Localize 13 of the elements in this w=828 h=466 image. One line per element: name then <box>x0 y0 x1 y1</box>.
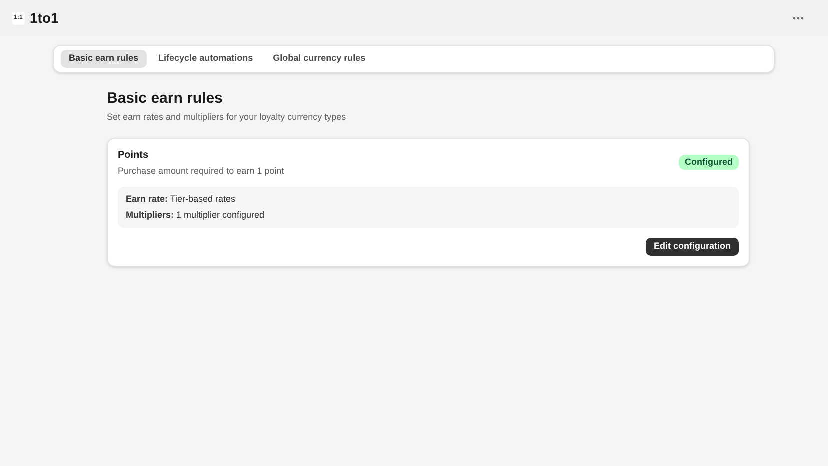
detail-line: Multipliers: 1 multiplier configured <box>126 210 266 221</box>
tab[interactable]: Global currency rules <box>265 50 374 68</box>
card-title: Points <box>118 148 150 162</box>
more-icon[interactable] <box>793 16 804 20</box>
tab[interactable]: Lifecycle automations <box>150 50 262 68</box>
tab[interactable]: Basic earn rules <box>61 50 147 68</box>
page-subtitle: Set earn rates and multipliers for your loyalty currency types <box>107 111 348 124</box>
page-title: Basic earn rules <box>107 90 224 108</box>
status-badge: Configured <box>679 154 739 170</box>
edit-configuration-button[interactable]: Edit configuration <box>646 238 739 256</box>
app-name: 1to1 <box>30 8 59 28</box>
detail-line: Earn rate: Tier-based rates <box>126 194 237 205</box>
card-description: Purchase amount required to earn 1 point <box>118 164 284 178</box>
